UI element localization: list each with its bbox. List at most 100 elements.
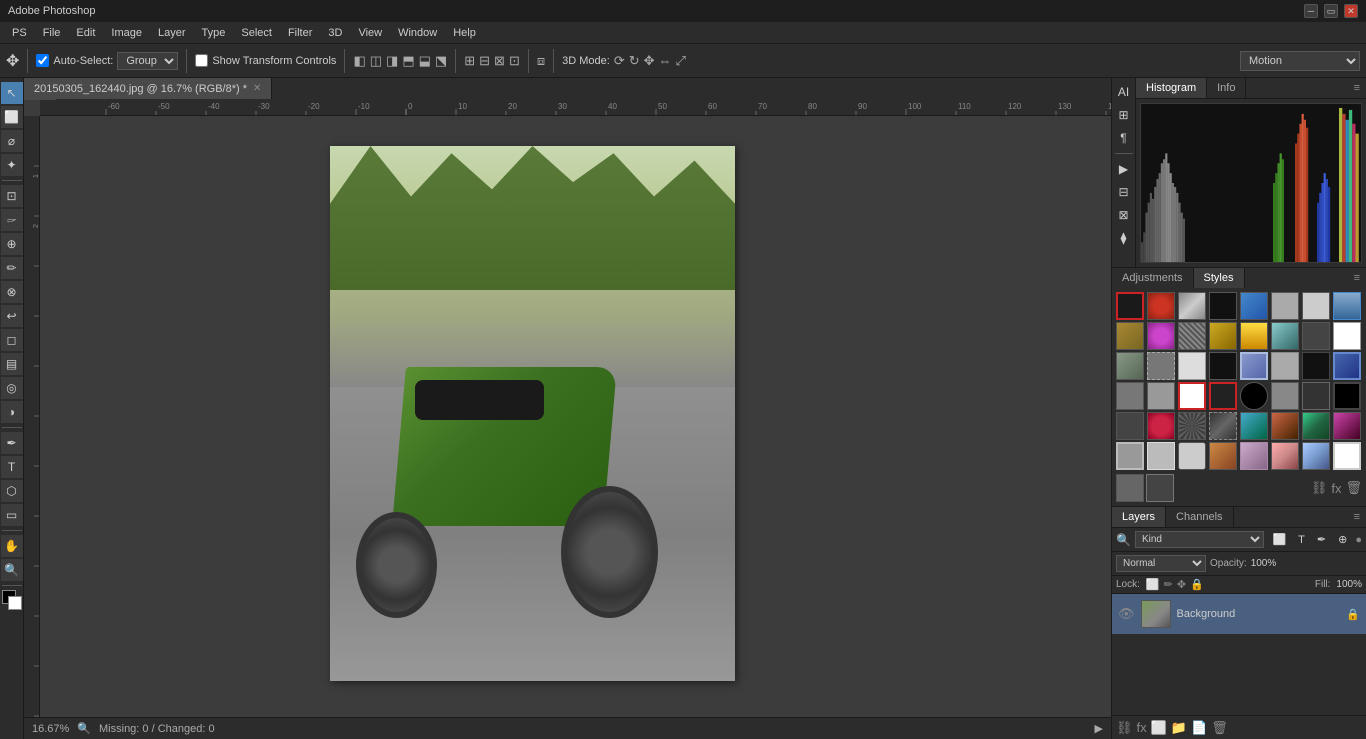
style-cell-47[interactable] [1302,442,1330,470]
zoom-tool-button[interactable]: 🔍 [1,559,23,581]
panel-switch-button[interactable]: ⊞ [1114,105,1134,125]
new-group-btn[interactable]: 📁 [1171,720,1187,736]
blur-button[interactable]: ◎ [1,377,23,399]
style-cell-23[interactable] [1302,352,1330,380]
style-cell-03[interactable] [1178,292,1206,320]
lasso-tool-button[interactable]: ⌀ [1,130,23,152]
3d-roll-icon[interactable]: ↻ [629,53,640,69]
style-cell-07[interactable] [1302,292,1330,320]
progress-arrow[interactable]: ▶ [1095,722,1103,735]
style-cell-19[interactable] [1178,352,1206,380]
adj-expand-btn[interactable]: ≡ [1348,268,1366,288]
3d-scale-icon[interactable]: ⤢ [676,53,686,69]
channels-tab-btn[interactable]: Channels [1166,507,1233,527]
menu-view[interactable]: View [350,25,390,41]
style-cell-26[interactable] [1147,382,1175,410]
style-cell-33[interactable] [1116,412,1144,440]
brush-tool-button[interactable]: ✏ [1,257,23,279]
info-tab[interactable]: Info [1207,78,1246,98]
style-cell-32[interactable] [1333,382,1361,410]
pen-tool-button[interactable]: ✒ [1,432,23,454]
background-color[interactable] [8,596,22,610]
style-cell-extra-1[interactable] [1116,474,1144,502]
lock-pixels-icon[interactable]: ⬜ [1146,578,1160,591]
distribute4-icon[interactable]: ⊡ [509,53,520,69]
style-cell-11[interactable] [1178,322,1206,350]
path-select-button[interactable]: ⬡ [1,480,23,502]
align-center-icon[interactable]: ◫ [370,53,382,69]
menu-image[interactable]: Image [103,25,150,41]
menu-window[interactable]: Window [390,25,445,41]
menu-filter[interactable]: Filter [280,25,320,41]
add-style-btn[interactable]: fx [1137,720,1147,735]
close-tab-button[interactable]: ✕ [253,83,261,94]
transform-icon[interactable]: ⧈ [537,53,545,69]
style-cell-31[interactable] [1302,382,1330,410]
move-tool-icon[interactable]: ✥ [6,51,19,71]
blend-mode-select[interactable]: Normal [1116,555,1206,572]
3d-pan-icon[interactable]: ✥ [644,53,655,69]
style-cell-06[interactable] [1271,292,1299,320]
add-mask-btn[interactable]: ⬜ [1151,720,1167,736]
style-cell-09[interactable] [1116,322,1144,350]
style-cell-13[interactable] [1240,322,1268,350]
3d-slide-icon[interactable]: ⇔ [659,53,672,68]
clone-stamp-button[interactable]: ⊗ [1,281,23,303]
rectangle-select-button[interactable]: ⬜ [1,106,23,128]
style-cell-35[interactable] [1178,412,1206,440]
style-cell-45[interactable] [1240,442,1268,470]
auto-select-checkbox[interactable] [36,54,49,67]
style-cell-08[interactable] [1333,292,1361,320]
style-cell-39[interactable] [1302,412,1330,440]
style-cell-15[interactable] [1302,322,1330,350]
hand-tool-button[interactable]: ✋ [1,535,23,557]
eraser-button[interactable]: ◻ [1,329,23,351]
style-cell-28[interactable] [1209,382,1237,410]
cube-button[interactable]: ⧫ [1114,228,1134,248]
layers-filter-icon2[interactable]: T [1294,534,1309,546]
motion-select[interactable]: Motion [1240,51,1360,71]
style-cell-38[interactable] [1271,412,1299,440]
style-cell-40[interactable] [1333,412,1361,440]
style-cell-21[interactable] [1240,352,1268,380]
layer-visibility-icon[interactable]: 👁 [1118,606,1135,622]
styles-tab[interactable]: Styles [1194,268,1245,288]
layers-kind-select[interactable]: Kind [1135,531,1265,548]
adjustments-tab[interactable]: Adjustments [1112,268,1194,288]
style-cell-12[interactable] [1209,322,1237,350]
style-cell-14[interactable] [1271,322,1299,350]
link-layers-btn[interactable]: ⛓ [1116,720,1133,736]
layers-toggle-filter[interactable]: ● [1355,534,1362,546]
menu-file[interactable]: File [35,25,69,41]
style-cell-46[interactable] [1271,442,1299,470]
spot-heal-button[interactable]: ⊕ [1,233,23,255]
menu-edit[interactable]: Edit [68,25,103,41]
styles-link-icon[interactable]: ⛓ [1311,480,1328,496]
close-button[interactable]: ✕ [1344,4,1358,18]
style-cell-extra-2[interactable] [1146,474,1174,502]
style-cell-41[interactable] [1116,442,1144,470]
3d-orbit-icon[interactable]: ⟳ [614,53,625,69]
eyedropper-button[interactable]: 🖙 [1,209,23,231]
menu-ps[interactable]: PS [4,25,35,41]
document-tab[interactable]: 20150305_162440.jpg @ 16.7% (RGB/8*) * ✕ [24,78,272,100]
style-cell-10[interactable] [1147,322,1175,350]
style-cell-43[interactable] [1178,442,1206,470]
align-top-icon[interactable]: ⬒ [402,53,414,69]
style-cell-22[interactable] [1271,352,1299,380]
distribute-icon[interactable]: ⊞ [464,53,475,69]
styles-fx-icon[interactable]: fx [1331,481,1341,496]
layers-filter-icon3[interactable]: ✒ [1313,533,1330,546]
menu-type[interactable]: Type [194,25,234,41]
style-cell-04[interactable] [1209,292,1237,320]
group-select[interactable]: Group Layer [117,52,178,70]
style-cell-20[interactable] [1209,352,1237,380]
align-middle-icon[interactable]: ⬓ [419,53,431,69]
history-brush-button[interactable]: ↩ [1,305,23,327]
shape-tool-button[interactable]: ▭ [1,504,23,526]
layers-filter-icon1[interactable]: ⬜ [1268,533,1290,546]
align-left-icon[interactable]: ◧ [353,53,365,69]
align-bottom-icon[interactable]: ⬔ [435,53,447,69]
layers-filter-icon4[interactable]: ⊕ [1334,533,1351,546]
style-cell-16[interactable] [1333,322,1361,350]
